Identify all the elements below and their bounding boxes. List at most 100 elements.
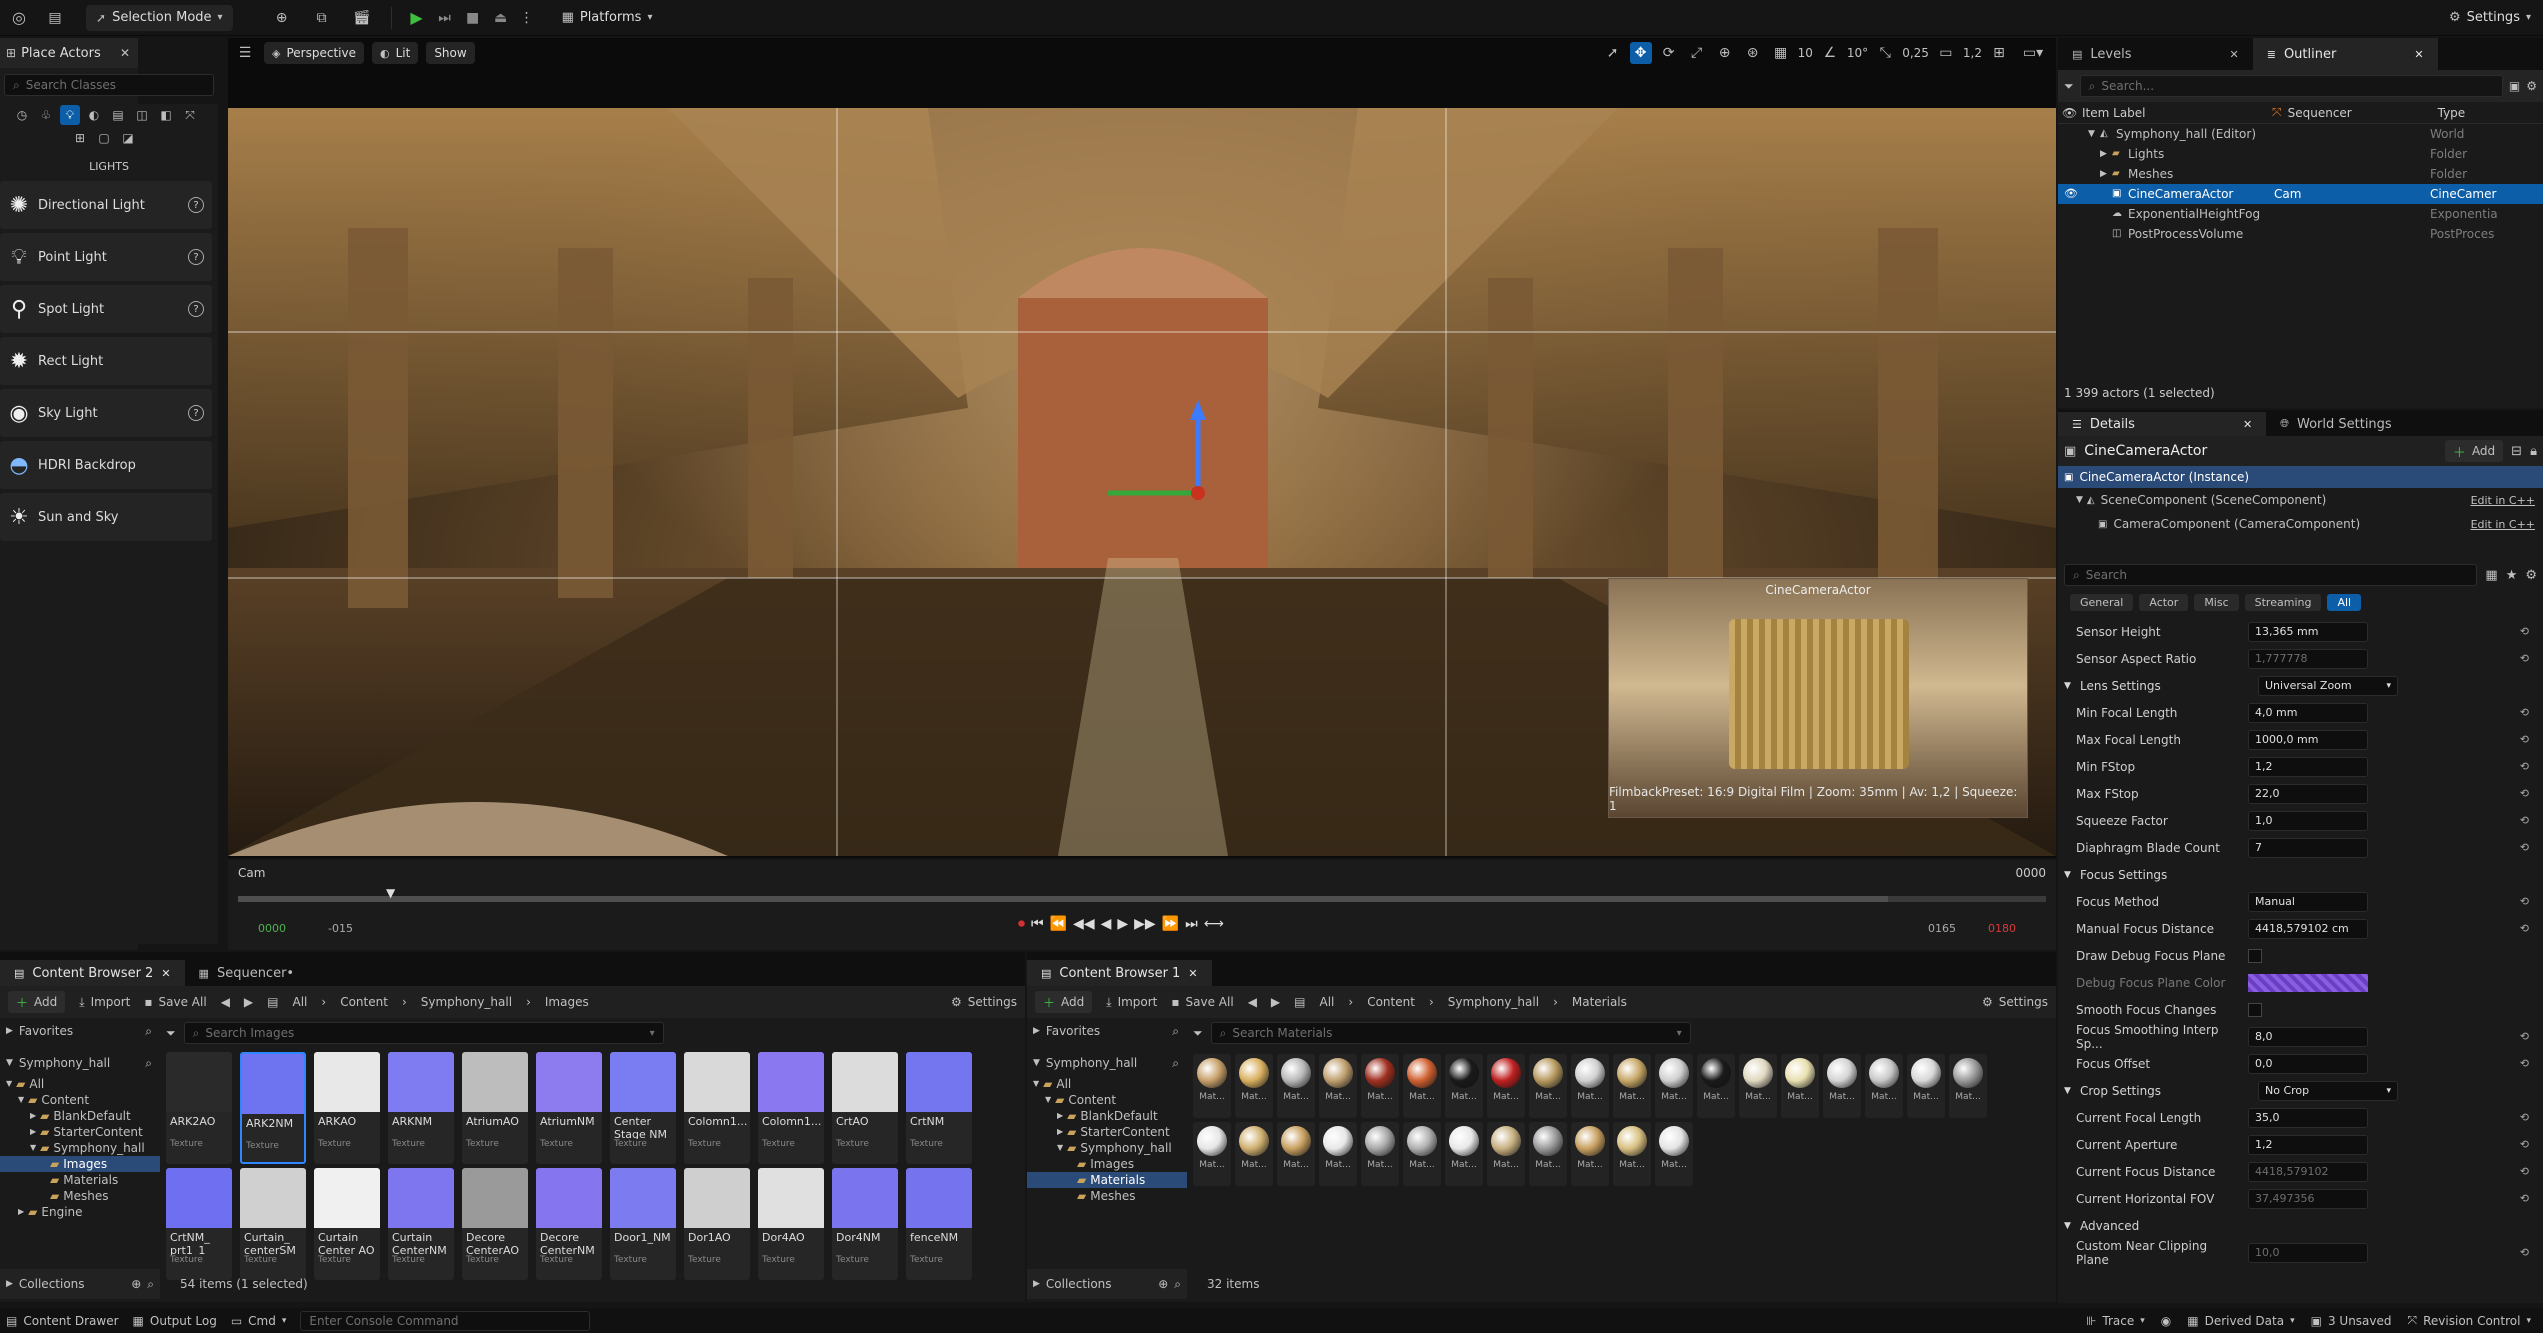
cinematic-category-icon[interactable]: ◐ xyxy=(84,105,104,125)
tree-item-selected[interactable]: ▰ Materials xyxy=(1027,1172,1187,1188)
outliner-row[interactable]: ▼ ◭ Symphony_hall (Editor) World xyxy=(2058,124,2543,144)
expand-icon[interactable]: ▼ xyxy=(2064,1086,2080,1096)
search-icon[interactable]: ⌕ xyxy=(147,1277,154,1292)
color-swatch[interactable] xyxy=(2248,973,2368,992)
material-tile[interactable]: Mat... xyxy=(1277,1122,1315,1186)
cb1-import-button[interactable]: ⤓ Import xyxy=(1106,995,1157,1010)
material-tile[interactable]: Mat... xyxy=(1445,1122,1483,1186)
frame-icon[interactable]: ▢ xyxy=(94,128,114,148)
visual-effects-icon[interactable]: ▤ xyxy=(108,105,128,125)
asset-tile[interactable]: ARKNM Texture xyxy=(388,1052,454,1164)
volumes-icon[interactable]: ◧ xyxy=(156,105,176,125)
breadcrumb-item[interactable]: Content xyxy=(340,995,388,1009)
property-value[interactable]: 4418,579102 cm xyxy=(2248,918,2368,939)
lock-icon[interactable]: 🔒︎ xyxy=(2530,444,2537,459)
cb1-search-input[interactable]: ⌕ Search Materials ▾ xyxy=(1210,1022,1691,1044)
reset-icon[interactable]: ⟲ xyxy=(2520,922,2529,935)
breadcrumb-item[interactable]: Symphony_hall xyxy=(421,995,512,1009)
tree-item[interactable]: ▼ ▰ All xyxy=(1027,1076,1187,1092)
search-classes-input[interactable]: ⌕ Search Classes xyxy=(4,74,214,96)
grid-snap-icon[interactable]: ▦ xyxy=(1770,42,1792,64)
play-reverse-icon[interactable]: ◀ xyxy=(1101,916,1112,932)
reset-icon[interactable]: ⟲ xyxy=(2520,1192,2529,1205)
cb1-save-all-button[interactable]: ▪ Save All xyxy=(1171,995,1233,1009)
expand-icon[interactable]: ▶ xyxy=(2100,146,2112,162)
reset-icon[interactable]: ⟲ xyxy=(2520,652,2529,665)
stop-icon[interactable]: ■ xyxy=(462,7,484,29)
material-tile[interactable]: Mat... xyxy=(1235,1054,1273,1118)
breadcrumb-item[interactable]: All xyxy=(1320,995,1335,1009)
search-icon[interactable]: ⌕ xyxy=(145,1024,152,1039)
folder-icon[interactable]: ▤ xyxy=(267,995,278,1009)
material-tile[interactable]: Mat... xyxy=(1907,1054,1945,1118)
edit-cpp-link[interactable]: Edit in C++ xyxy=(2471,494,2535,507)
tree-item[interactable]: ▼ ▰ All xyxy=(0,1076,160,1092)
next-key-icon[interactable]: ⏩ xyxy=(1162,916,1179,932)
property-row[interactable]: Min Focal Length 4,0 mm ⟲ xyxy=(2058,699,2543,726)
end-frame-limit[interactable]: 0180 xyxy=(1988,922,2016,935)
rotate-tool-icon[interactable]: ⟳ xyxy=(1658,42,1680,64)
close-icon[interactable]: ✕ xyxy=(1188,967,1197,980)
perspective-button[interactable]: ◈ Perspective xyxy=(264,42,364,64)
surface-snap-icon[interactable]: ⊛ xyxy=(1742,42,1764,64)
property-row[interactable]: Debug Focus Plane Color xyxy=(2058,969,2543,996)
property-value[interactable]: 10,0 xyxy=(2248,1242,2368,1263)
tree-item[interactable]: ▰ Meshes xyxy=(0,1188,160,1204)
reset-icon[interactable]: ⟲ xyxy=(2520,1138,2529,1151)
expand-icon[interactable]: ▼ xyxy=(2064,681,2080,691)
asset-tile[interactable]: Dor1AO Texture xyxy=(684,1168,750,1280)
filter-all[interactable]: All xyxy=(2327,593,2362,611)
material-tile[interactable]: Mat... xyxy=(1613,1054,1651,1118)
property-value[interactable]: 1000,0 mm xyxy=(2248,729,2368,750)
recent-icon[interactable]: ◷ xyxy=(12,105,32,125)
reset-icon[interactable]: ⟲ xyxy=(2520,706,2529,719)
search-icon[interactable]: ⌕ xyxy=(1172,1056,1179,1071)
material-tile[interactable]: Mat... xyxy=(1277,1054,1315,1118)
material-tile[interactable]: Mat... xyxy=(1655,1054,1693,1118)
reset-icon[interactable]: ⟲ xyxy=(2520,787,2529,800)
tree-item[interactable]: ▼ ▰ Symphony_hall xyxy=(1027,1140,1187,1156)
add-actor-icon[interactable]: ⊕ xyxy=(271,7,293,29)
material-tile[interactable]: Mat... xyxy=(1235,1122,1273,1186)
blueprint-icon[interactable]: ⊟ xyxy=(2511,444,2522,459)
console-input[interactable]: Enter Console Command xyxy=(300,1310,591,1331)
material-tile[interactable]: Mat... xyxy=(1193,1122,1231,1186)
tab-world-settings[interactable]: 🌐︎ World Settings xyxy=(2266,412,2406,436)
asset-tile[interactable]: Door1_NM Texture xyxy=(610,1168,676,1280)
scale-snap-value[interactable]: 0,25 xyxy=(1902,46,1929,60)
edit-cpp-link[interactable]: Edit in C++ xyxy=(2471,518,2535,531)
sky-light-item[interactable]: ◉ Sky Light? xyxy=(0,389,212,437)
add-folder-icon[interactable]: ▣ xyxy=(2509,79,2520,93)
add-component-button[interactable]: ＋ Add xyxy=(2444,440,2504,462)
tree-item[interactable]: ▶ ▰ BlankDefault xyxy=(0,1108,160,1124)
property-value[interactable]: 7 xyxy=(2248,837,2368,858)
reset-icon[interactable]: ⟲ xyxy=(2520,625,2529,638)
play-icon[interactable]: ▶ xyxy=(406,7,428,29)
reset-icon[interactable]: ⟲ xyxy=(2520,895,2529,908)
playhead-icon[interactable]: ▼ xyxy=(386,886,395,900)
basic-icon[interactable]: ♧ xyxy=(36,105,56,125)
root-header[interactable]: ▼ Symphony_hall ⌕ xyxy=(1027,1050,1187,1076)
property-row[interactable]: Diaphragm Blade Count 7 ⟲ xyxy=(2058,834,2543,861)
component-instance-row[interactable]: ▣ CineCameraActor (Instance) xyxy=(2058,466,2543,488)
property-row[interactable]: Focus Offset 0,0 ⟲ xyxy=(2058,1050,2543,1077)
property-row[interactable]: Max FStop 22,0 ⟲ xyxy=(2058,780,2543,807)
add-collection-icon[interactable]: ⊕ xyxy=(131,1277,141,1291)
selection-mode-dropdown[interactable]: ➚ Selection Mode ▾ xyxy=(86,4,233,31)
material-tile[interactable]: Mat... xyxy=(1655,1122,1693,1186)
outliner-row[interactable]: ▶ ▰ Meshes Folder xyxy=(2058,164,2543,184)
unsaved-button[interactable]: ▣ 3 Unsaved xyxy=(2311,1314,2392,1328)
unreal-logo-icon[interactable]: ◎ xyxy=(8,7,30,29)
property-row[interactable]: Smooth Focus Changes xyxy=(2058,996,2543,1023)
play-forward-icon[interactable]: ▶ xyxy=(1117,916,1128,932)
history-back-icon[interactable]: ◀ xyxy=(1248,995,1257,1009)
close-icon[interactable]: ✕ xyxy=(2230,48,2239,61)
cb2-add-button[interactable]: ＋ Add xyxy=(8,991,66,1013)
end-frame[interactable]: 0165 xyxy=(1928,922,1956,935)
shapes-icon[interactable]: ⊞ xyxy=(70,128,90,148)
close-icon[interactable]: ✕ xyxy=(2414,48,2423,61)
reset-icon[interactable]: ⟲ xyxy=(2520,760,2529,773)
spot-light-item[interactable]: ⚲ Spot Light? xyxy=(0,285,212,333)
material-tile[interactable]: Mat... xyxy=(1361,1122,1399,1186)
collections-header[interactable]: ▶ Collections ⊕ ⌕ xyxy=(1027,1269,1187,1299)
